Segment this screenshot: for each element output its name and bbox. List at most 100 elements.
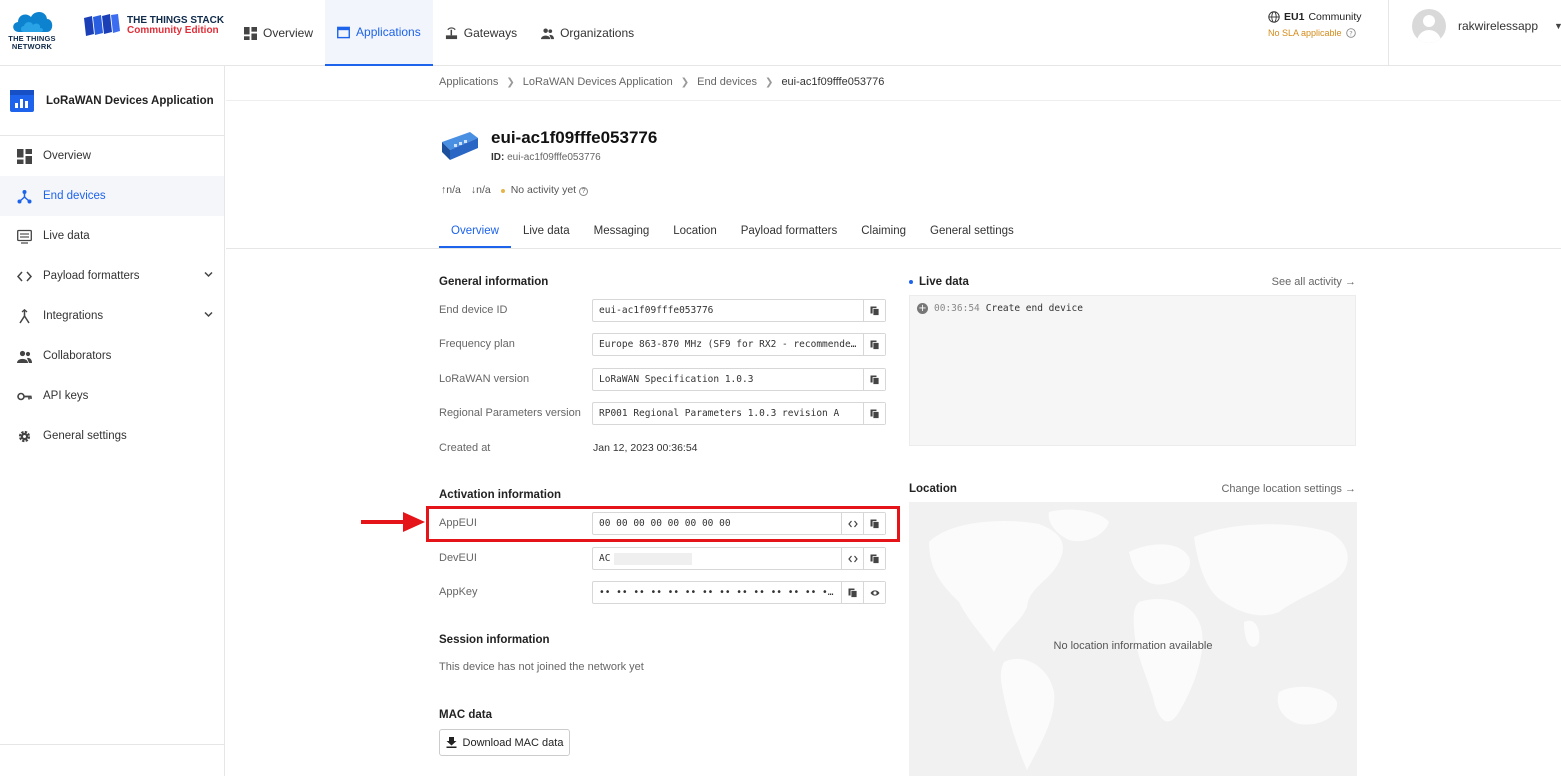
lorawan-version-label: LoRaWAN version	[439, 373, 530, 385]
status-dot-icon	[500, 189, 505, 193]
copy-button[interactable]	[863, 369, 885, 390]
stack-logo-icon	[84, 14, 120, 36]
sidebar-item-end-devices[interactable]: End devices	[0, 176, 224, 216]
arrow-right-icon	[361, 512, 425, 532]
appeui-highlight-box	[426, 506, 900, 542]
tabs-divider	[226, 248, 1561, 249]
breadcrumb-application[interactable]: LoRaWAN Devices Application	[523, 76, 673, 88]
live-dot-icon	[909, 280, 913, 284]
copy-button[interactable]	[863, 403, 885, 424]
header-divider	[1388, 0, 1389, 66]
application-icon	[10, 89, 34, 112]
chevron-down-icon	[204, 271, 213, 278]
code-icon	[17, 271, 32, 281]
appkey-label: AppKey	[439, 586, 478, 598]
devices-icon	[17, 189, 32, 203]
end-device-id-label: End device ID	[439, 304, 508, 316]
deveui-field: AC	[592, 547, 886, 570]
nav-gateways[interactable]: Gateways	[433, 0, 529, 66]
ttn-logo[interactable]: THE THINGS NETWORK	[6, 6, 58, 52]
created-at-value: Jan 12, 2023 00:36:54	[593, 442, 698, 454]
show-key-button[interactable]	[863, 582, 885, 603]
deveui-label: DevEUI	[439, 552, 477, 564]
top-header: THE THINGS NETWORK THE THINGS STACK Comm…	[0, 0, 1561, 66]
tab-messaging[interactable]: Messaging	[582, 222, 662, 248]
see-all-activity-link[interactable]: See all activity →	[1272, 276, 1356, 288]
list-icon	[17, 229, 32, 244]
device-icon	[442, 132, 478, 160]
people-icon	[17, 350, 32, 363]
copy-button[interactable]	[863, 548, 885, 569]
sidebar-item-general-settings[interactable]: General settings	[0, 416, 224, 456]
tab-location[interactable]: Location	[661, 222, 728, 248]
globe-icon	[1268, 11, 1280, 23]
change-location-settings-link[interactable]: Change location settings →	[1221, 483, 1356, 495]
sidebar-item-api-keys[interactable]: API keys	[0, 376, 224, 416]
breadcrumb-applications[interactable]: Applications	[439, 76, 498, 88]
copy-icon	[870, 554, 879, 564]
nav-organizations[interactable]: Organizations	[529, 0, 646, 66]
uplink-stat: ↑n/a	[441, 184, 461, 196]
sidebar-item-overview[interactable]: Overview	[0, 136, 224, 176]
region-suffix: Community	[1308, 11, 1362, 23]
help-icon[interactable]: ?	[1345, 28, 1356, 38]
copy-icon	[848, 588, 857, 598]
tab-general-settings[interactable]: General settings	[918, 222, 1026, 248]
ttn-logo-text: THE THINGS NETWORK	[8, 34, 56, 51]
frequency-plan-field: Europe 863-870 MHz (SF9 for RX2 - recomm…	[592, 333, 886, 356]
copy-icon	[870, 409, 879, 419]
world-map-icon	[929, 509, 1348, 770]
grid-icon	[17, 148, 32, 164]
device-stats: ↑n/a ↓n/a No activity yet?	[441, 184, 589, 196]
sla-text: No SLA applicable	[1268, 28, 1342, 38]
toggle-format-button[interactable]	[841, 548, 863, 569]
copy-button[interactable]	[863, 300, 885, 321]
live-data-header: Live data See all activity →	[909, 276, 1356, 288]
session-info-title: Session information	[439, 634, 550, 646]
end-device-id-field: eui-ac1f09fffe053776	[592, 299, 886, 322]
tts-logo[interactable]: THE THINGS STACK Community Edition	[84, 14, 224, 38]
gateway-icon	[445, 26, 457, 39]
tab-claiming[interactable]: Claiming	[849, 222, 918, 248]
breadcrumb-end-devices[interactable]: End devices	[697, 76, 757, 88]
avatar	[1412, 9, 1446, 43]
copy-button[interactable]	[841, 582, 863, 603]
key-icon	[17, 392, 32, 400]
user-menu[interactable]: rakwirelessapp ▼	[1412, 9, 1561, 43]
download-icon	[446, 737, 457, 748]
activation-info-title: Activation information	[439, 489, 562, 501]
list-item[interactable]: + 00:36:54 Create end device	[917, 303, 1083, 314]
copy-icon	[870, 375, 879, 385]
device-tabs: Overview Live data Messaging Location Pa…	[439, 222, 1026, 248]
sidebar-item-collaborators[interactable]: Collaborators	[0, 336, 224, 376]
tab-payload-formatters[interactable]: Payload formatters	[729, 222, 850, 248]
region-name: EU1	[1284, 11, 1305, 23]
plus-circle-icon: +	[917, 303, 928, 314]
breadcrumb-device: eui-ac1f09fffe053776	[781, 76, 885, 88]
sidebar-item-payload-formatters[interactable]: Payload formatters	[0, 256, 224, 296]
tab-overview[interactable]: Overview	[439, 222, 511, 248]
copy-icon	[870, 340, 879, 350]
sidebar-item-integrations[interactable]: Integrations	[0, 296, 224, 336]
location-header: Location Change location settings →	[909, 483, 1356, 495]
sidebar-item-live-data[interactable]: Live data	[0, 216, 224, 256]
download-mac-data-button[interactable]: Download MAC data	[439, 729, 570, 756]
activity-status: No activity yet?	[500, 184, 589, 196]
regional-params-field: RP001 Regional Parameters 1.0.3 revision…	[592, 402, 886, 425]
tab-live-data[interactable]: Live data	[511, 222, 582, 248]
location-map[interactable]: No location information available	[909, 502, 1357, 776]
copy-button[interactable]	[863, 334, 885, 355]
nav-overview[interactable]: Overview	[232, 0, 325, 66]
help-icon[interactable]: ?	[579, 187, 589, 196]
svg-text:?: ?	[1349, 30, 1352, 38]
page-title: eui-ac1f09fffe053776	[491, 128, 658, 147]
cloud-icon	[13, 11, 53, 32]
region-selector[interactable]: EU1 Community No SLA applicable ?	[1268, 11, 1380, 38]
code-icon	[847, 555, 858, 562]
location-title: Location	[909, 483, 957, 495]
nav-applications[interactable]: Applications	[325, 0, 433, 66]
username: rakwirelessapp	[1458, 19, 1539, 33]
sidebar-app-title[interactable]: LoRaWAN Devices Application	[0, 66, 224, 136]
integration-icon	[19, 308, 30, 323]
downlink-stat: ↓n/a	[470, 184, 491, 196]
